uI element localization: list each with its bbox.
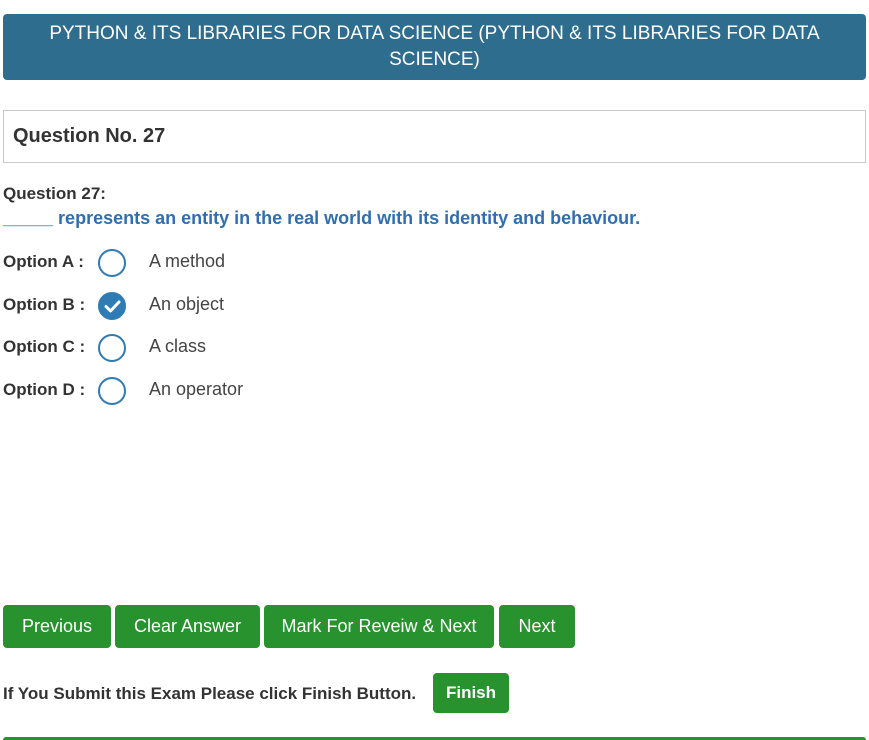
exam-page: PYTHON & ITS LIBRARIES FOR DATA SCIENCE … [0, 0, 869, 740]
option-b-radio[interactable] [98, 292, 126, 320]
option-d-text[interactable]: An operator [149, 379, 243, 400]
option-b-text[interactable]: An object [149, 294, 224, 315]
exam-title: PYTHON & ITS LIBRARIES FOR DATA SCIENCE … [49, 23, 820, 70]
option-c-radio[interactable] [98, 334, 126, 362]
submit-instruction: If You Submit this Exam Please click Fin… [3, 684, 417, 703]
option-c-row[interactable]: Option C : A class [3, 332, 403, 362]
option-a-label: Option A : [3, 252, 84, 271]
option-a-row[interactable]: Option A : A method [3, 247, 403, 277]
option-c-label: Option C : [3, 337, 86, 356]
option-b-label: Option B : [3, 295, 86, 314]
option-c-text[interactable]: A class [149, 336, 206, 357]
question-heading: Question 27: [3, 184, 106, 203]
option-a-text[interactable]: A method [149, 251, 225, 272]
previous-button[interactable]: Previous [3, 605, 111, 648]
option-a-radio[interactable] [98, 249, 126, 277]
option-b-row[interactable]: Option B : An object [3, 290, 403, 320]
question-number-panel: Question No. 27 [3, 110, 866, 163]
option-d-row[interactable]: Option D : An operator [3, 375, 403, 405]
exam-title-banner: PYTHON & ITS LIBRARIES FOR DATA SCIENCE … [3, 14, 866, 80]
option-d-label: Option D : [3, 380, 86, 399]
question-text: _____ represents an entity in the real w… [3, 208, 641, 228]
next-button[interactable]: Next [499, 605, 575, 648]
finish-button[interactable]: Finish [433, 673, 509, 713]
question-number-label: Question No. 27 [13, 125, 166, 147]
clear-answer-button[interactable]: Clear Answer [115, 605, 260, 648]
checkmark-icon [104, 300, 121, 313]
option-d-radio[interactable] [98, 377, 126, 405]
mark-for-review-next-button[interactable]: Mark For Reveiw & Next [264, 605, 494, 648]
